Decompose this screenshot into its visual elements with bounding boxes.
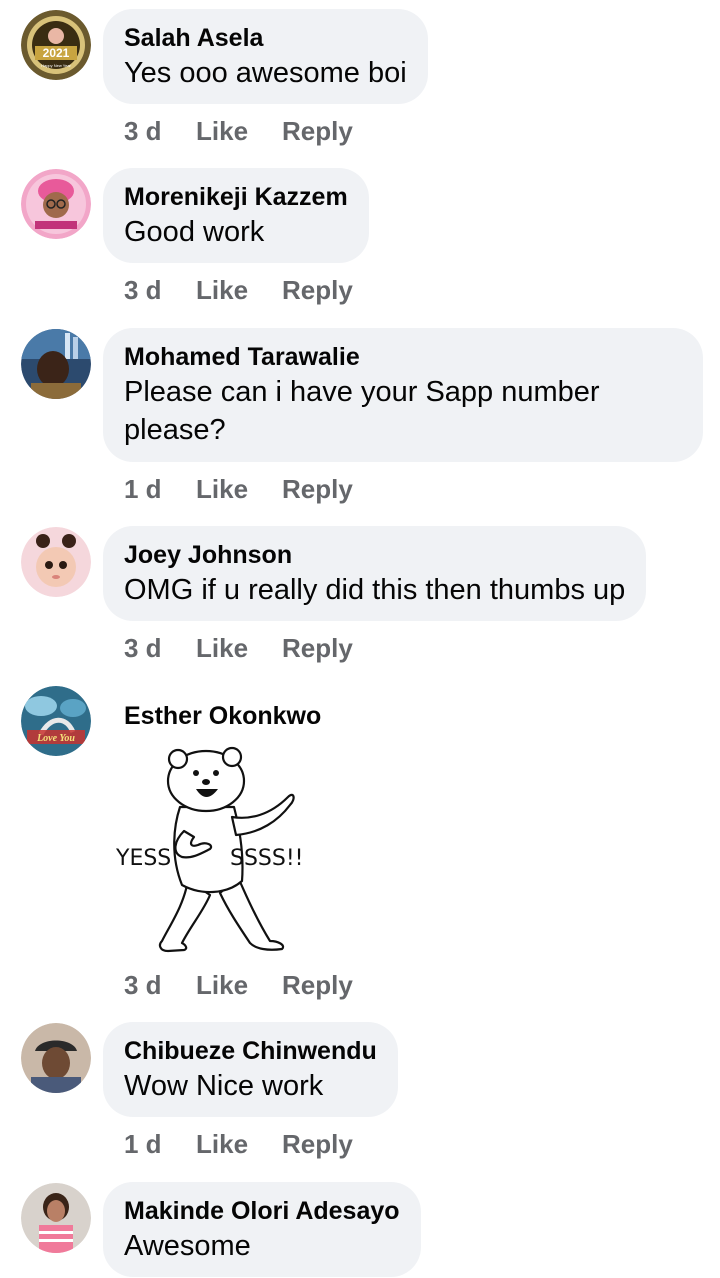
yess-bear-sticker[interactable]: YESS SSSS!! bbox=[110, 745, 310, 960]
avatar[interactable] bbox=[21, 527, 91, 597]
comment-bubble: Salah Asela Yes ooo awesome boi bbox=[103, 9, 428, 104]
reply-button[interactable]: Reply bbox=[282, 970, 353, 1000]
commenter-name[interactable]: Chibueze Chinwendu bbox=[124, 1035, 377, 1067]
commenter-name[interactable]: Mohamed Tarawalie bbox=[124, 341, 682, 373]
comment-text: Please can i have your Sapp number pleas… bbox=[124, 376, 600, 446]
commenter-name[interactable]: Esther Okonkwo bbox=[124, 700, 321, 732]
avatar[interactable] bbox=[21, 1023, 91, 1093]
like-button[interactable]: Like bbox=[196, 474, 282, 504]
comment-actions: 3 d Like Reply bbox=[124, 970, 353, 1000]
avatar-year-text: 2021 bbox=[43, 46, 70, 60]
avatar-greeting-text: Happy New Year bbox=[41, 63, 71, 68]
avatar-caption-text: Love You bbox=[36, 733, 75, 744]
comment-bubble: Chibueze Chinwendu Wow Nice work bbox=[103, 1022, 398, 1117]
comment-bubble: Morenikeji Kazzem Good work bbox=[103, 168, 369, 263]
avatar[interactable]: Love You bbox=[21, 686, 91, 756]
comment-bubble: Makinde Olori Adesayo Awesome bbox=[103, 1182, 421, 1277]
avatar[interactable] bbox=[21, 1183, 91, 1253]
comment-time[interactable]: 3 d bbox=[124, 633, 196, 663]
like-button[interactable]: Like bbox=[196, 1129, 282, 1159]
comment-actions: 3 d Like Reply bbox=[124, 275, 353, 305]
commenter-name[interactable]: Makinde Olori Adesayo bbox=[124, 1195, 400, 1227]
comment-actions: 3 d Like Reply bbox=[124, 116, 353, 146]
comment-time[interactable]: 3 d bbox=[124, 970, 196, 1000]
comment-text: Awesome bbox=[124, 1230, 251, 1262]
reply-button[interactable]: Reply bbox=[282, 633, 353, 663]
comment-time[interactable]: 3 d bbox=[124, 275, 196, 305]
comment-bubble: Joey Johnson OMG if u really did this th… bbox=[103, 526, 647, 621]
comment-text: Good work bbox=[124, 216, 265, 248]
reply-button[interactable]: Reply bbox=[282, 1129, 353, 1159]
comment-time[interactable]: 1 d bbox=[124, 1129, 196, 1159]
sticker-right-text: SSSS!! bbox=[230, 846, 304, 871]
comment-bubble: Mohamed Tarawalie Please can i have your… bbox=[103, 328, 703, 462]
comment-text: OMG if u really did this then thumbs up bbox=[124, 574, 626, 606]
commenter-name[interactable]: Joey Johnson bbox=[124, 539, 625, 571]
comment-actions: 1 d Like Reply bbox=[124, 474, 353, 504]
comment-text: Wow Nice work bbox=[124, 1070, 324, 1102]
like-button[interactable]: Like bbox=[196, 970, 282, 1000]
comment-actions: 3 d Like Reply bbox=[124, 633, 353, 663]
like-button[interactable]: Like bbox=[196, 633, 282, 663]
comment-time[interactable]: 1 d bbox=[124, 474, 196, 504]
like-button[interactable]: Like bbox=[196, 116, 282, 146]
reply-button[interactable]: Reply bbox=[282, 275, 353, 305]
commenter-name[interactable]: Salah Asela bbox=[124, 22, 407, 54]
comment-actions: 1 d Like Reply bbox=[124, 1129, 353, 1159]
comment-text: Yes ooo awesome boi bbox=[124, 57, 407, 89]
commenter-name[interactable]: Morenikeji Kazzem bbox=[124, 181, 348, 213]
sticker-left-text: YESS bbox=[115, 846, 171, 871]
avatar[interactable]: 2021 Happy New Year bbox=[21, 10, 91, 80]
reply-button[interactable]: Reply bbox=[282, 116, 353, 146]
avatar[interactable] bbox=[21, 329, 91, 399]
avatar[interactable] bbox=[21, 169, 91, 239]
like-button[interactable]: Like bbox=[196, 275, 282, 305]
reply-button[interactable]: Reply bbox=[282, 474, 353, 504]
comment-time[interactable]: 3 d bbox=[124, 116, 196, 146]
